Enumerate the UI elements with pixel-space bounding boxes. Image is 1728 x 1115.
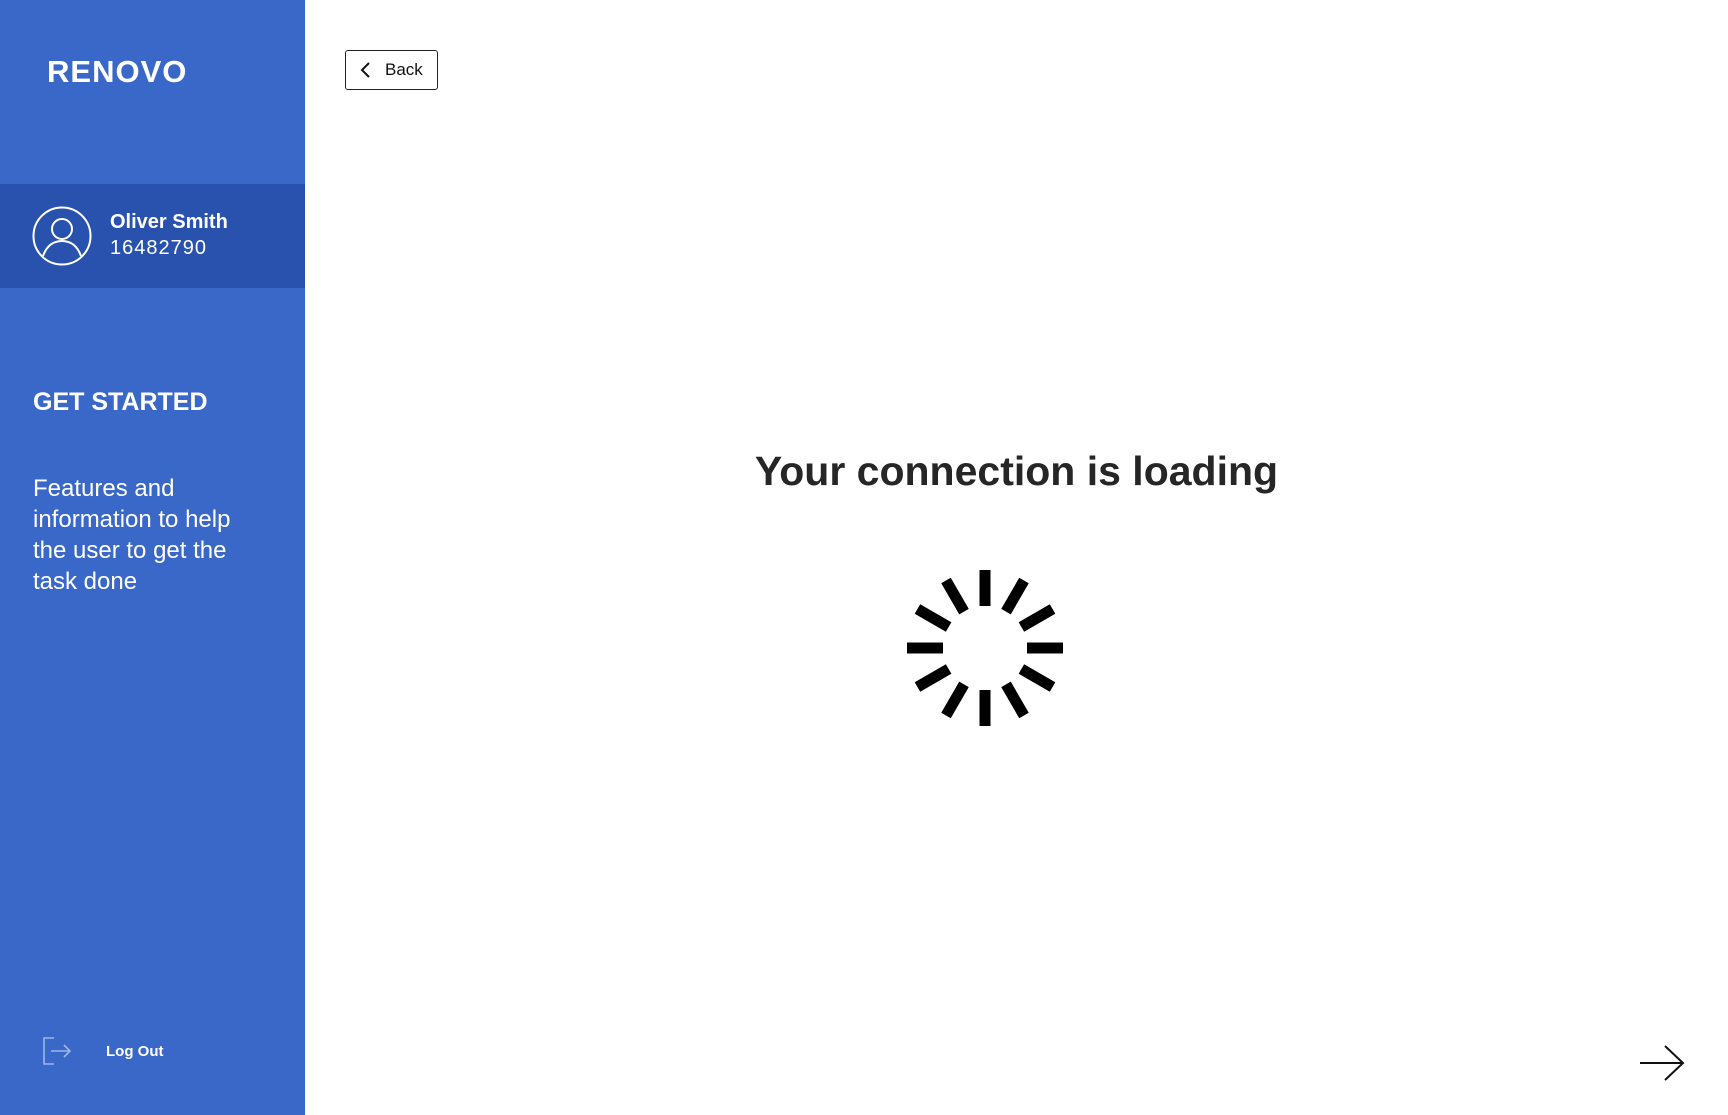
spinner-tick xyxy=(979,570,991,606)
user-avatar-icon xyxy=(32,206,92,266)
spinner-ticks xyxy=(907,570,1063,726)
user-card: Oliver Smith 16482790 xyxy=(0,184,305,288)
chevron-left-icon xyxy=(360,62,370,78)
spinner-tick xyxy=(914,664,952,692)
spinner-tick xyxy=(1001,681,1029,719)
app-root: RENOVO Oliver Smith 16482790 GET STARTED… xyxy=(0,0,1728,1115)
loading-spinner-icon xyxy=(907,570,1063,726)
user-name: Oliver Smith xyxy=(110,211,228,233)
spinner-tick xyxy=(1018,604,1056,632)
section-description: Features and information to help the use… xyxy=(33,475,231,595)
logout-button[interactable]: Log Out xyxy=(42,1036,163,1066)
logout-icon xyxy=(43,1037,72,1065)
user-id: 16482790 xyxy=(110,237,207,259)
spinner-tick xyxy=(979,690,991,726)
spinner-tick xyxy=(914,604,952,632)
spinner-tick xyxy=(1001,577,1029,615)
section-title: GET STARTED xyxy=(33,388,208,416)
spinner-tick xyxy=(941,577,969,615)
logout-label: Log Out xyxy=(106,1042,164,1060)
spinner-tick xyxy=(941,681,969,719)
brand-logo: RENOVO xyxy=(47,54,188,89)
back-label: Back xyxy=(385,60,423,79)
back-button[interactable]: Back xyxy=(345,50,438,90)
spinner-tick xyxy=(907,642,943,654)
arrow-right-icon[interactable] xyxy=(1638,1043,1686,1083)
spinner-tick xyxy=(1018,664,1056,692)
sidebar: RENOVO Oliver Smith 16482790 GET STARTED… xyxy=(0,0,305,1115)
page-title: Your connection is loading xyxy=(754,448,1279,494)
spinner-tick xyxy=(1027,642,1063,654)
